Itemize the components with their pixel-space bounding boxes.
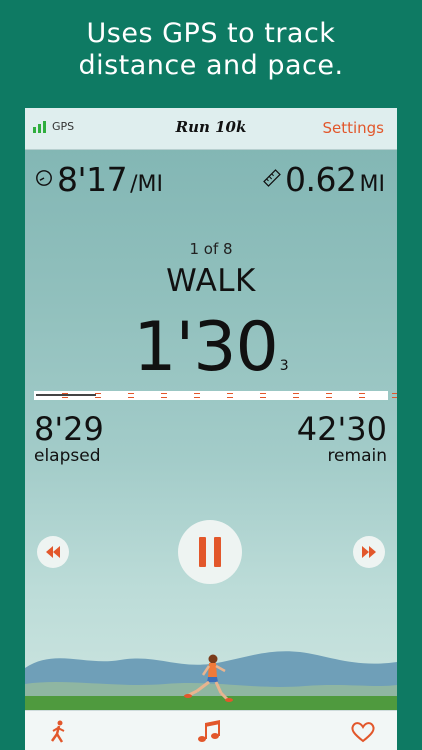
progress-tick bbox=[293, 393, 299, 394]
elapsed-value: 8'29 bbox=[34, 410, 104, 448]
pause-button[interactable] bbox=[178, 520, 242, 584]
progress-tick bbox=[260, 393, 266, 394]
headline-line-2: distance and pace. bbox=[78, 50, 344, 81]
app-screen: GPS Run 10k Settings 8'17 /MI 0.62 MI 1 … bbox=[25, 108, 397, 750]
fast-forward-button[interactable] bbox=[353, 536, 385, 568]
progress-tick bbox=[392, 393, 397, 394]
progress-tick bbox=[62, 393, 68, 394]
progress-tick bbox=[161, 397, 167, 398]
workout-progress-bar bbox=[34, 391, 397, 400]
progress-tick bbox=[194, 393, 200, 394]
progress-tick bbox=[161, 393, 167, 394]
progress-tick bbox=[95, 397, 101, 398]
pace-value: 8'17 bbox=[57, 160, 128, 199]
music-note-icon[interactable] bbox=[196, 719, 222, 745]
progress-tick bbox=[359, 397, 365, 398]
progress-tick bbox=[326, 397, 332, 398]
pace-stat: 8'17 /MI bbox=[35, 160, 163, 199]
progress-tick bbox=[326, 393, 332, 394]
settings-button[interactable]: Settings bbox=[322, 119, 384, 137]
progress-tick bbox=[194, 397, 200, 398]
timer-tenths: 3 bbox=[279, 358, 289, 374]
progress-tick bbox=[128, 393, 134, 394]
progress-fill bbox=[36, 394, 96, 396]
elapsed-label: elapsed bbox=[34, 446, 101, 466]
pace-unit: /MI bbox=[130, 172, 163, 197]
ruler-icon bbox=[263, 168, 281, 187]
progress-tick bbox=[293, 397, 299, 398]
distance-stat: 0.62 MI bbox=[263, 160, 385, 199]
interval-counter: 1 of 8 bbox=[189, 240, 233, 258]
timer-main: 1'30 bbox=[133, 308, 278, 387]
progress-tick bbox=[359, 393, 365, 394]
speedometer-icon bbox=[36, 169, 52, 186]
remain-summary: 42'30 remain bbox=[297, 411, 387, 465]
fast-forward-icon bbox=[362, 546, 376, 558]
elapsed-summary: 8'29 elapsed bbox=[34, 411, 104, 465]
nav-bar: GPS Run 10k Settings bbox=[25, 108, 397, 150]
distance-unit: MI bbox=[359, 172, 385, 197]
progress-tick bbox=[62, 397, 68, 398]
interval-phase: WALK bbox=[166, 263, 256, 299]
progress-tick bbox=[227, 397, 233, 398]
tab-bar bbox=[25, 710, 397, 750]
rewind-button[interactable] bbox=[37, 536, 69, 568]
heart-icon[interactable] bbox=[350, 719, 376, 745]
rewind-icon bbox=[46, 546, 60, 558]
pause-icon bbox=[199, 537, 221, 567]
runner-figure bbox=[184, 654, 233, 702]
interval-timer: 1'30 3 bbox=[25, 308, 397, 387]
progress-tick bbox=[260, 397, 266, 398]
headline: Uses GPS to track distance and pace. bbox=[0, 18, 422, 82]
progress-tick bbox=[227, 393, 233, 394]
headline-line-1: Uses GPS to track bbox=[86, 18, 336, 49]
progress-tick bbox=[128, 397, 134, 398]
runner-icon[interactable] bbox=[45, 719, 71, 745]
progress-tick bbox=[95, 393, 101, 394]
remain-value: 42'30 bbox=[296, 410, 387, 448]
remain-label: remain bbox=[327, 446, 387, 466]
progress-tick bbox=[392, 397, 397, 398]
distance-value: 0.62 bbox=[285, 160, 357, 199]
